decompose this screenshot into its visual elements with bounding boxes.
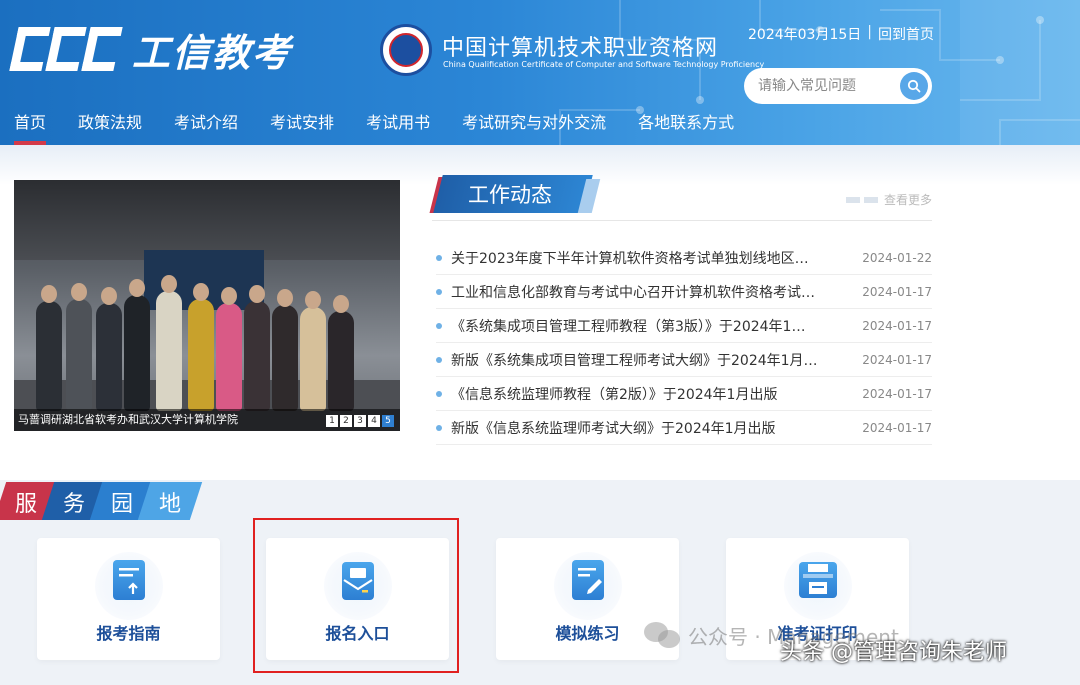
bullet-icon <box>436 390 442 397</box>
news-item-title[interactable]: 《系统集成项目管理工程师教程（第3版）》于2024年1… <box>451 316 821 336</box>
more-label: 查看更多 <box>883 193 932 207</box>
cec-logo[interactable]: 工信教考 <box>9 24 293 75</box>
bullet-icon <box>436 356 442 363</box>
news-item-title[interactable]: 工业和信息化部教育与考试中心召开计算机软件资格考试… <box>451 282 821 302</box>
person-figure <box>96 287 122 411</box>
current-date: 2024年03月15日 <box>748 27 862 43</box>
news-item-title[interactable]: 新版《系统集成项目管理工程师考试大纲》于2024年1月… <box>451 350 821 370</box>
news-section-header: 工作动态 查看更多 <box>429 175 932 221</box>
printer-icon <box>799 562 837 598</box>
news-item[interactable]: 新版《系统集成项目管理工程师考试大纲》于2024年1月… 2024-01-17 <box>436 343 932 377</box>
news-item-date: 2024-01-17 <box>862 352 932 367</box>
news-item-title[interactable]: 《信息系统监理师教程（第2版）》于2024年1月出版 <box>451 384 821 404</box>
pager-dot[interactable]: 1 <box>326 415 338 427</box>
service-title-char: 地 <box>158 492 181 517</box>
logo-text: 工信教考 <box>132 30 293 75</box>
news-item-date: 2024-01-17 <box>862 386 932 401</box>
news-item[interactable]: 关于2023年度下半年计算机软件资格考试单独划线地区… 2024-01-22 <box>436 241 932 275</box>
search-icon <box>907 79 921 93</box>
news-list: 关于2023年度下半年计算机软件资格考试单独划线地区… 2024-01-22 工… <box>436 241 932 445</box>
bullet-icon <box>436 322 442 329</box>
site-header: 工信教考 中国计算机技术职业资格网 China Qualification Ce… <box>0 0 1080 145</box>
bullet-icon <box>436 424 442 431</box>
news-section-title: 工作动态 <box>468 183 552 207</box>
news-item[interactable]: 工业和信息化部教育与考试中心召开计算机软件资格考试… 2024-01-17 <box>436 275 932 309</box>
service-card-exam-guide[interactable]: 报考指南 <box>37 538 220 660</box>
news-item-title[interactable]: 关于2023年度下半年计算机软件资格考试单独划线地区… <box>451 248 821 268</box>
pager-dot[interactable]: 3 <box>354 415 366 427</box>
separator: | <box>867 24 872 40</box>
site-subtitle: China Qualification Certificate of Compu… <box>443 60 765 69</box>
bullet-icon <box>436 254 442 261</box>
bullet-icon <box>436 288 442 295</box>
home-link[interactable]: 回到首页 <box>878 24 934 44</box>
news-item-date: 2024-01-22 <box>862 250 932 265</box>
news-photo-slider[interactable]: 马蔷调研湖北省软考办和武汉大学计算机学院 1 2 3 4 5 <box>14 180 400 431</box>
news-item-date: 2024-01-17 <box>862 420 932 435</box>
news-item[interactable]: 《信息系统监理师教程（第2版）》于2024年1月出版 2024-01-17 <box>436 377 932 411</box>
highlight-box <box>253 518 459 673</box>
toutiao-watermark: 头条 @管理咨询朱老师 <box>780 640 1007 665</box>
person-figure <box>272 289 298 411</box>
person-figure <box>216 287 242 411</box>
pager-dot-active[interactable]: 5 <box>382 415 394 427</box>
nav-item-exam-books[interactable]: 考试用书 <box>366 108 430 145</box>
search-box <box>744 68 932 104</box>
service-section-title: 服 务 园 地 <box>0 482 203 520</box>
edit-document-icon <box>572 560 604 600</box>
nav-item-policy[interactable]: 政策法规 <box>78 108 142 145</box>
decorative-bars-icon <box>845 196 878 203</box>
top-utility: 2024年03月15日 | 回到首页 <box>748 24 934 44</box>
person-figure <box>66 283 92 411</box>
nav-item-contacts[interactable]: 各地联系方式 <box>638 108 734 145</box>
seal-emblem-icon <box>380 24 432 76</box>
news-item[interactable]: 新版《信息系统监理师考试大纲》于2024年1月出版 2024-01-17 <box>436 411 932 445</box>
nav-item-research[interactable]: 考试研究与对外交流 <box>462 108 606 145</box>
person-figure <box>156 275 182 411</box>
pager-dot[interactable]: 2 <box>340 415 352 427</box>
main-nav: 首页 政策法规 考试介绍 考试安排 考试用书 考试研究与对外交流 各地联系方式 <box>0 108 734 145</box>
nav-item-exam-intro[interactable]: 考试介绍 <box>174 108 238 145</box>
news-item-date: 2024-01-17 <box>862 284 932 299</box>
person-figure <box>124 279 150 411</box>
service-card-label: 报考指南 <box>96 624 161 643</box>
site-title: 中国计算机技术职业资格网 <box>442 36 719 61</box>
person-figure <box>244 285 270 411</box>
document-upload-icon <box>113 560 145 600</box>
news-item-date: 2024-01-17 <box>862 318 932 333</box>
pager-dot[interactable]: 4 <box>368 415 380 427</box>
search-input[interactable] <box>758 78 898 94</box>
news-item-title[interactable]: 新版《信息系统监理师考试大纲》于2024年1月出版 <box>451 418 821 438</box>
news-item[interactable]: 《系统集成项目管理工程师教程（第3版）》于2024年1… 2024-01-17 <box>436 309 932 343</box>
slider-pager: 1 2 3 4 5 <box>326 415 394 427</box>
more-link[interactable]: 查看更多 <box>845 191 932 208</box>
wechat-icon <box>644 620 682 650</box>
cec-logo-mark <box>9 27 123 71</box>
person-figure <box>328 295 354 411</box>
person-figure <box>36 285 62 411</box>
person-figure <box>188 283 214 411</box>
nav-item-home[interactable]: 首页 <box>14 108 47 145</box>
nav-item-exam-schedule[interactable]: 考试安排 <box>270 108 334 145</box>
search-button[interactable] <box>900 72 928 100</box>
person-figure <box>300 291 326 411</box>
